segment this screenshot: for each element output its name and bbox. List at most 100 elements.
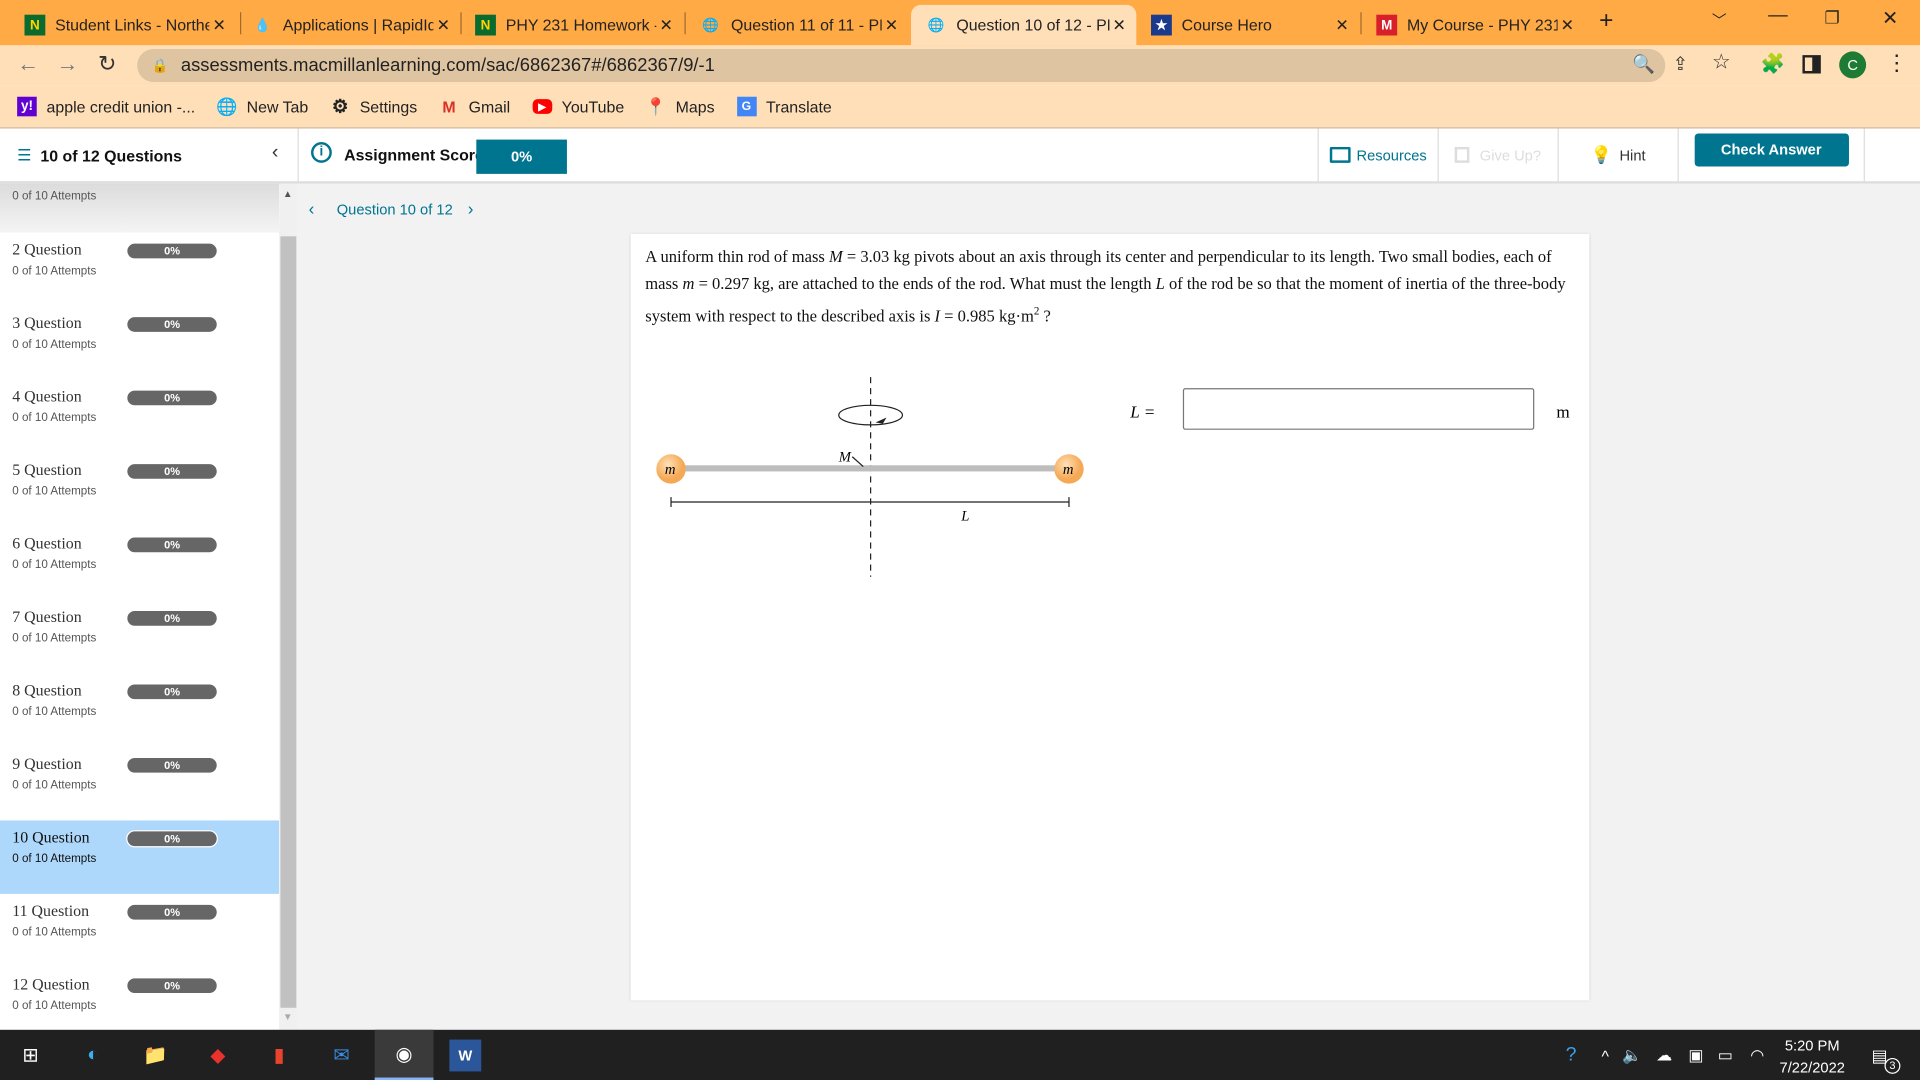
tab-applications[interactable]: 💧 Applications | RapidId ✕ xyxy=(238,5,461,45)
collapse-sidebar-button[interactable]: ‹ xyxy=(272,142,279,164)
question-item-10[interactable]: 10 Question 0% 0 of 10 Attempts xyxy=(0,820,280,894)
close-icon[interactable]: ✕ xyxy=(1558,15,1578,35)
new-tab-button[interactable]: + xyxy=(1599,7,1613,35)
tab-question-10[interactable]: 🌐 Question 10 of 12 - PH ✕ xyxy=(911,4,1137,46)
translate-icon: G xyxy=(736,96,757,117)
question-title: 2 Question xyxy=(12,240,82,259)
question-item-3[interactable]: 3 Question 0% 0 of 10 Attempts xyxy=(0,306,279,379)
tab-my-course[interactable]: M My Course - PHY 231 ✕ xyxy=(1362,5,1585,45)
extensions-icon[interactable]: 🧩 xyxy=(1761,51,1785,75)
scrollbar-thumb[interactable] xyxy=(280,236,297,1008)
onedrive-icon[interactable]: ☁ xyxy=(1648,1040,1680,1072)
question-attempts: 0 of 10 Attempts xyxy=(12,264,97,278)
back-button[interactable]: ← xyxy=(17,51,39,77)
question-score-bar: 0% xyxy=(126,462,218,481)
resources-button[interactable]: Resources xyxy=(1317,128,1438,182)
address-bar[interactable]: 🔒 assessments.macmillanlearning.com/sac/6… xyxy=(137,48,1666,83)
clock[interactable]: 5:20 PM 7/22/2022 xyxy=(1773,1035,1851,1079)
bookmark-settings[interactable]: ⚙ Settings xyxy=(330,97,417,118)
previous-question-button[interactable]: ‹ xyxy=(309,198,315,218)
scroll-down-arrow[interactable]: ▼ xyxy=(283,1011,293,1022)
chrome-icon[interactable]: ◉ xyxy=(374,1029,434,1080)
question-title: 3 Question xyxy=(12,313,82,332)
question-item-6[interactable]: 6 Question 0% 0 of 10 Attempts xyxy=(0,527,279,600)
question-item-7[interactable]: 7 Question 0% 0 of 10 Attempts xyxy=(0,600,279,673)
length-answer-input[interactable] xyxy=(1182,388,1535,430)
app-diamond-icon[interactable]: ◆ xyxy=(202,1040,234,1072)
question-score-bar: 0% xyxy=(126,903,218,921)
question-item-9[interactable]: 9 Question 0% 0 of 10 Attempts xyxy=(0,747,279,820)
yahoo-icon: y! xyxy=(17,96,37,117)
close-icon[interactable]: ✕ xyxy=(1109,15,1129,35)
display-icon[interactable]: ▣ xyxy=(1680,1040,1712,1072)
question-item-11[interactable]: 11 Question 0% 0 of 10 Attempts xyxy=(0,894,279,967)
forward-button[interactable]: → xyxy=(56,51,78,77)
globe-icon: 🌐 xyxy=(702,18,720,34)
question-item-4[interactable]: 4 Question 0% 0 of 10 Attempts xyxy=(0,380,279,453)
wifi-icon[interactable]: ◠ xyxy=(1741,1040,1773,1072)
hint-button[interactable]: 💡 Hint xyxy=(1557,128,1678,182)
notifications-icon[interactable]: ▤ 3 xyxy=(1864,1040,1901,1074)
scroll-up-arrow[interactable]: ▲ xyxy=(283,189,293,200)
question-card: A uniform thin rod of mass M = 3.03 kg p… xyxy=(630,233,1590,1001)
close-icon[interactable]: ✕ xyxy=(209,15,229,35)
question-title: 11 Question xyxy=(12,901,90,920)
reload-button[interactable]: ↻ xyxy=(98,51,116,77)
tab-phy231-homework[interactable]: N PHY 231 Homework - ✕ xyxy=(460,5,683,45)
close-window-button[interactable]: ✕ xyxy=(1882,6,1898,30)
tab-question-11[interactable]: 🌐 Question 11 of 11 - PH ✕ xyxy=(686,5,909,45)
tab-search-chevron-icon[interactable]: ﹀ xyxy=(1712,10,1727,31)
close-icon[interactable]: ✕ xyxy=(433,15,453,35)
left-mass-label: m xyxy=(665,462,676,478)
tab-student-links[interactable]: N Student Links - Northe ✕ xyxy=(10,5,237,45)
help-icon[interactable]: ? xyxy=(1555,1040,1587,1072)
volume-icon[interactable]: 🔈 xyxy=(1616,1040,1648,1072)
list-icon: ☰ xyxy=(17,145,32,165)
bookmark-new-tab[interactable]: 🌐 New Tab xyxy=(216,96,308,117)
office-icon[interactable]: ▮ xyxy=(263,1040,295,1072)
question-item-5[interactable]: 5 Question 0% 0 of 10 Attempts xyxy=(0,453,279,526)
battery-icon[interactable]: ▭ xyxy=(1709,1040,1741,1072)
northeastern-n-icon: N xyxy=(475,14,496,36)
zoom-icon[interactable]: 🔍 xyxy=(1632,53,1655,75)
question-attempts: 0 of 10 Attempts xyxy=(12,411,97,425)
taskbar: ⊞ ◐ 📁 ◆ ▮ ✉ ◉ W ? ^ 🔈 ☁ ▣ ▭ ◠ 5:20 PM 7/2… xyxy=(0,1029,1920,1080)
file-explorer-icon[interactable]: 📁 xyxy=(140,1040,172,1072)
info-icon[interactable]: i xyxy=(311,142,332,163)
mail-icon[interactable]: ✉ xyxy=(326,1040,358,1072)
close-icon[interactable]: ✕ xyxy=(656,15,676,35)
share-icon[interactable]: ⇪ xyxy=(1673,53,1688,75)
side-panel-icon[interactable] xyxy=(1802,55,1821,74)
minimize-button[interactable]: — xyxy=(1768,5,1788,27)
tab-course-hero[interactable]: ★ Course Hero ✕ xyxy=(1136,5,1359,45)
question-item-12[interactable]: 12 Question 0% 0 of 10 Attempts xyxy=(0,967,279,1029)
menu-icon[interactable]: ⋮ xyxy=(1886,50,1908,76)
close-icon[interactable]: ✕ xyxy=(882,15,902,35)
question-attempts: 0 of 10 Attempts xyxy=(12,558,97,572)
questions-count[interactable]: 10 of 12 Questions xyxy=(40,147,182,165)
restore-button[interactable]: ❐ xyxy=(1824,7,1839,28)
question-item-2[interactable]: 2 Question 0% 0 of 10 Attempts xyxy=(0,233,279,306)
edge-icon[interactable]: ◐ xyxy=(77,1040,109,1072)
bookmark-star-icon[interactable]: ☆ xyxy=(1712,50,1731,74)
bookmark-apple-credit-union[interactable]: y! apple credit union -... xyxy=(17,96,195,117)
give-up-button[interactable]: Give Up? xyxy=(1437,128,1558,182)
close-icon[interactable]: ✕ xyxy=(1332,15,1352,35)
check-answer-button[interactable]: Check Answer xyxy=(1694,132,1849,166)
profile-avatar[interactable]: C xyxy=(1839,51,1867,79)
windows-start-icon[interactable]: ⊞ xyxy=(15,1040,47,1072)
question-item-8[interactable]: 8 Question 0% 0 of 10 Attempts xyxy=(0,673,279,746)
next-question-button[interactable]: › xyxy=(468,198,474,218)
question-title: 10 Question xyxy=(12,827,90,847)
question-item-1[interactable]: 0 of 10 Attempts xyxy=(0,183,280,233)
word-icon[interactable]: W xyxy=(449,1039,482,1072)
youtube-icon: ▶ xyxy=(532,99,552,114)
bookmark-translate[interactable]: G Translate xyxy=(736,96,832,117)
sidebar-scrollbar[interactable]: ▲ ▼ xyxy=(279,183,298,1030)
course-hero-icon: ★ xyxy=(1151,14,1172,36)
bookmark-gmail[interactable]: M Gmail xyxy=(439,97,510,117)
answer-unit: m xyxy=(1556,404,1570,423)
bookmark-maps[interactable]: 📍 Maps xyxy=(645,96,714,117)
bookmark-youtube[interactable]: ▶ YouTube xyxy=(532,97,624,116)
lightbulb-icon: 💡 xyxy=(1590,144,1613,165)
